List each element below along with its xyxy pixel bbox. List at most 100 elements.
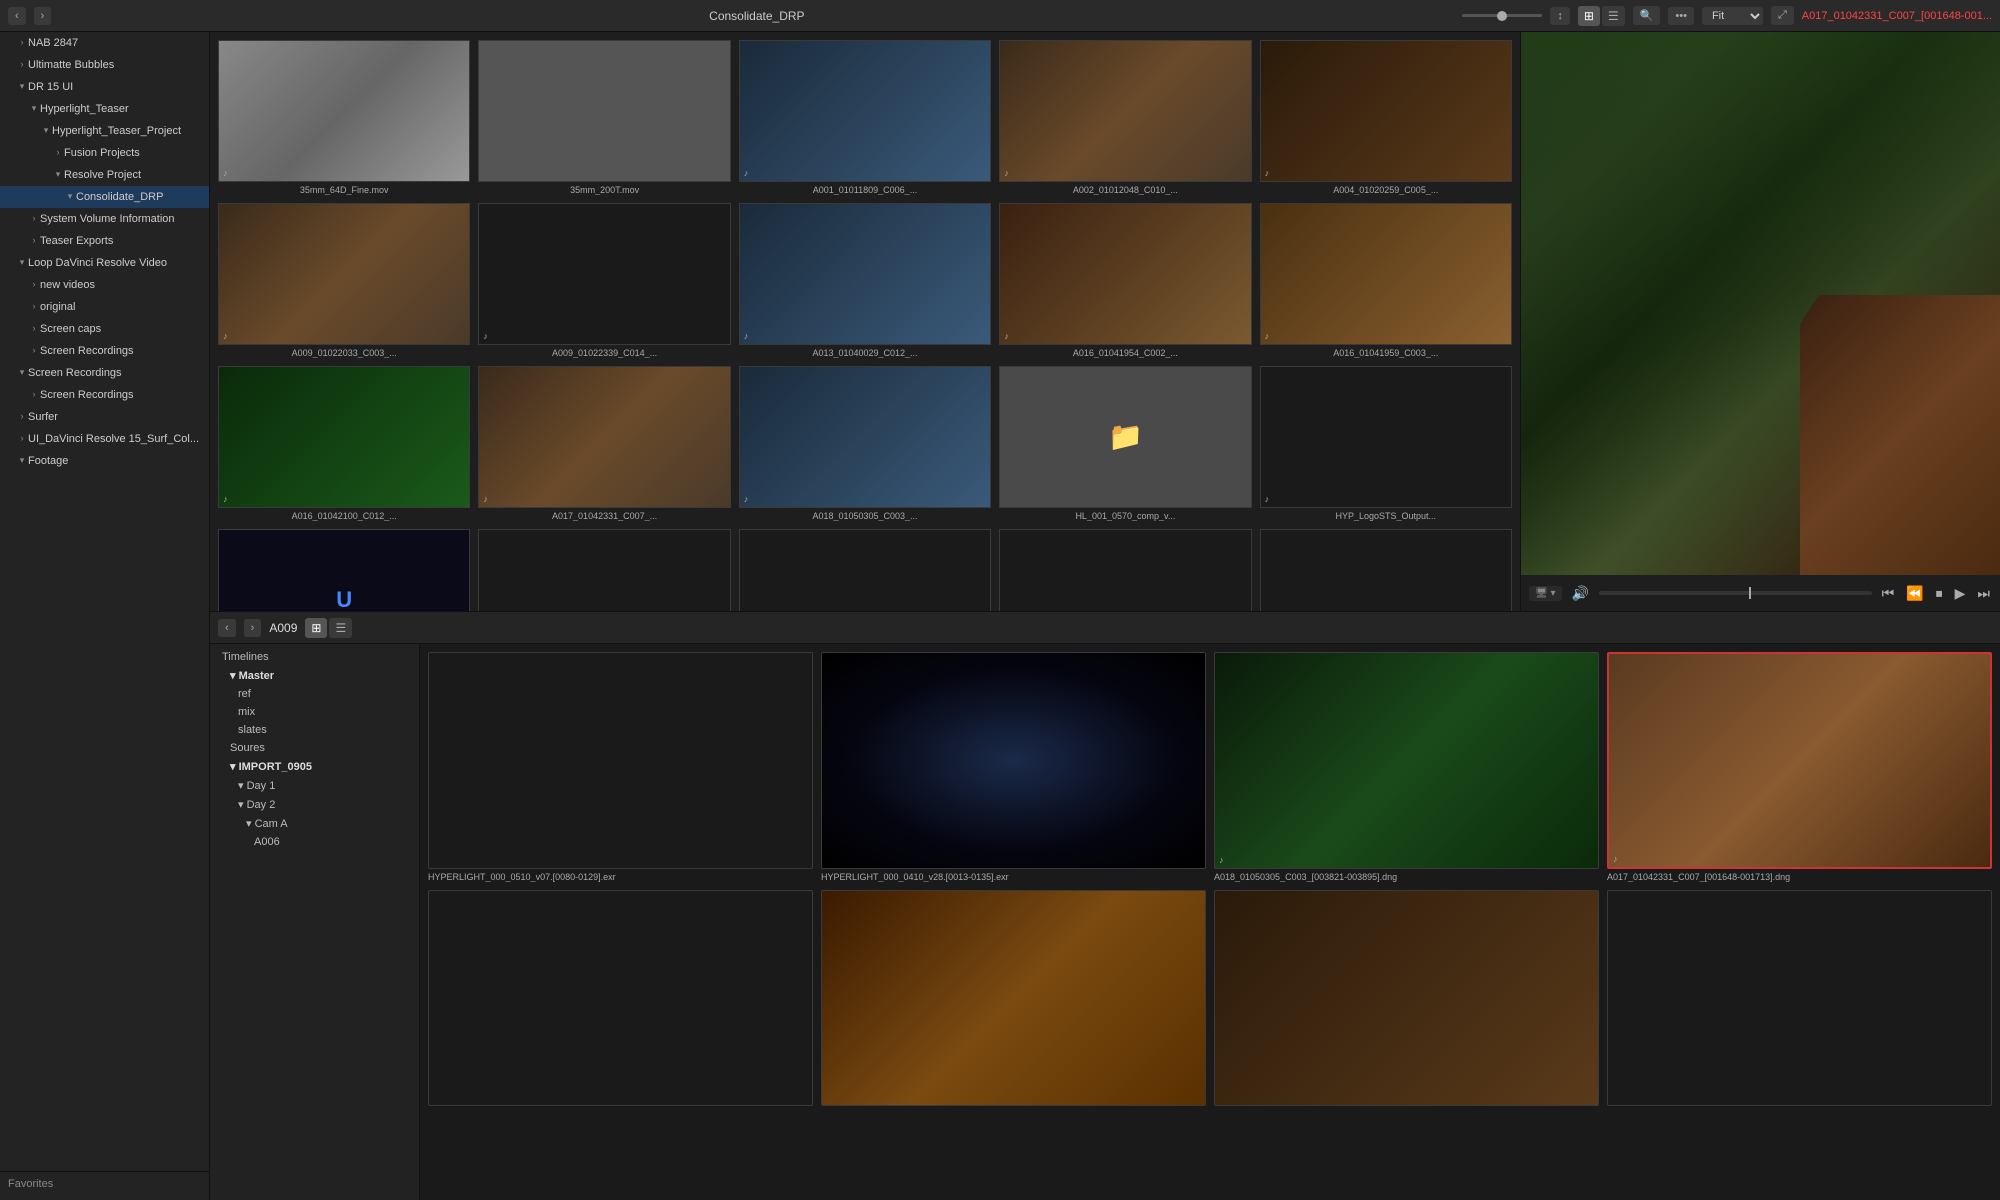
list-view-button[interactable]: ☰ (1602, 6, 1625, 26)
media-thumb-m14[interactable]: 📁 HL_001_0570_comp_v... (999, 366, 1251, 521)
tl-timelines[interactable]: Timelines (210, 648, 419, 666)
media-thumb-m15[interactable]: ♪ HYP_LogoSTS_Output... (1260, 366, 1512, 521)
timeline-thumb-b6[interactable] (821, 890, 1206, 1110)
monitor-button[interactable]: 🖥 ▾ (1529, 586, 1562, 601)
timeline-thumb-b7[interactable] (1214, 890, 1599, 1110)
more-button[interactable]: ••• (1668, 7, 1694, 25)
sidebar-item-dr15[interactable]: DR 15 UI (0, 76, 209, 98)
media-thumb-m12[interactable]: ♪ A017_01042331_C007_... (478, 366, 730, 521)
sidebar-item-label: Screen Recordings (40, 389, 205, 401)
preview-timeline[interactable] (1599, 591, 1872, 595)
tl-day2[interactable]: ▾ Day 2 (210, 795, 419, 814)
chevron-icon (28, 301, 40, 313)
timeline-left-panel: Timelines ▾ Master ref mix slates Soures… (210, 644, 420, 1200)
sidebar-item-hyperlight-teaser[interactable]: Hyperlight_Teaser (0, 98, 209, 120)
audio-icon: ♪ (744, 494, 749, 504)
sidebar-item-footage[interactable]: Footage (0, 450, 209, 472)
media-thumb-m16[interactable]: U ♪ HYP_LogoUSEF_Outpu... (218, 529, 470, 611)
thumb-image: ♪ (1260, 40, 1512, 182)
chevron-icon (16, 59, 28, 71)
timeline-thumb-b1[interactable]: HYPERLIGHT_000_0510_v07.[0080-0129].exr (428, 652, 813, 882)
tl-mix[interactable]: mix (210, 703, 419, 721)
bottom-toolbar: ‹ › A009 ⊞ ☰ (210, 612, 2000, 644)
fullscreen-button[interactable]: ⤢ (1771, 6, 1794, 25)
media-thumb-m4[interactable]: ♪ A002_01012048_C010_... (999, 40, 1251, 195)
media-thumb-m1[interactable]: ♪ 35mm_64D_Fine.mov (218, 40, 470, 195)
sidebar-item-consolidate[interactable]: Consolidate_DRP (0, 186, 209, 208)
media-thumb-m2[interactable]: 35mm_200T.mov (478, 40, 730, 195)
tl-slates[interactable]: slates (210, 721, 419, 739)
media-thumb-m17[interactable]: ♪ HYP_Text1_Output.mov (478, 529, 730, 611)
media-thumb-m8[interactable]: ♪ A013_01040029_C012_... (739, 203, 991, 358)
sidebar-item-teaser-exports[interactable]: Teaser Exports (0, 230, 209, 252)
tl-master[interactable]: ▾ Master (210, 666, 419, 685)
sidebar-item-system-volume[interactable]: System Volume Information (0, 208, 209, 230)
playhead (1749, 587, 1751, 599)
bottom-forward-button[interactable]: › (244, 619, 262, 637)
tl-sources[interactable]: Soures (210, 739, 419, 757)
tl-thumb-image (1214, 890, 1599, 1107)
sidebar-item-hyperlight-project[interactable]: Hyperlight_Teaser_Project (0, 120, 209, 142)
media-thumb-m20[interactable]: ♪ HYP_Text4_Output.mov (1260, 529, 1512, 611)
bottom-list-button[interactable]: ☰ (329, 618, 352, 638)
thumb-label: 35mm_64D_Fine.mov (218, 185, 470, 195)
sidebar-item-label: new videos (40, 279, 205, 291)
thumb-label: HL_001_0570_comp_v... (999, 511, 1251, 521)
fit-select[interactable]: Fit 25% 50% 100% (1702, 7, 1763, 25)
sidebar-item-nab[interactable]: NAB 2847 (0, 32, 209, 54)
skip-back-button[interactable]: ⏮ (1880, 583, 1897, 604)
sort-button[interactable]: ↕ (1550, 7, 1570, 25)
media-thumb-m6[interactable]: ♪ A009_01022033_C003_... (218, 203, 470, 358)
sidebar-item-screen-recordings2[interactable]: Screen Recordings (0, 362, 209, 384)
media-thumb-m18[interactable]: ♪ HYP_Text2_Output.mov (739, 529, 991, 611)
back-button[interactable]: ‹ (8, 7, 26, 25)
sidebar-item-ultimatte[interactable]: Ultimatte Bubbles (0, 54, 209, 76)
tl-day1[interactable]: ▾ Day 1 (210, 776, 419, 795)
favorites-section: Favorites (0, 1171, 209, 1200)
tl-cama[interactable]: ▾ Cam A (210, 814, 419, 833)
media-thumb-m10[interactable]: ♪ A016_01041959_C003_... (1260, 203, 1512, 358)
media-thumb-m3[interactable]: ♪ A001_01011809_C006_... (739, 40, 991, 195)
zoom-slider[interactable] (1462, 14, 1542, 17)
media-thumb-m19[interactable]: ♪ HYP_Text3_Output.mov (999, 529, 1251, 611)
sidebar-item-resolve-project[interactable]: Resolve Project (0, 164, 209, 186)
sidebar-item-fusion[interactable]: Fusion Projects (0, 142, 209, 164)
sidebar-item-label: Teaser Exports (40, 235, 205, 247)
sidebar-item-new-videos[interactable]: new videos (0, 274, 209, 296)
sidebar-item-ui-davinci[interactable]: UI_DaVinci Resolve 15_Surf_Col... (0, 428, 209, 450)
timeline-thumb-b4[interactable]: ♪ A017_01042331_C007_[001648-001713].dng (1607, 652, 1992, 882)
tl-ref[interactable]: ref (210, 685, 419, 703)
sidebar-item-screen-recordings1[interactable]: Screen Recordings (0, 340, 209, 362)
media-thumb-m7[interactable]: ♪ A009_01022339_C014_... (478, 203, 730, 358)
timeline-thumb-b8[interactable] (1607, 890, 1992, 1110)
media-thumb-m9[interactable]: ♪ A016_01041954_C002_... (999, 203, 1251, 358)
timeline-thumb-b5[interactable] (428, 890, 813, 1110)
stop-button[interactable]: ⏹ (1934, 583, 1945, 604)
media-thumb-m5[interactable]: ♪ A004_01020259_C005_... (1260, 40, 1512, 195)
sidebar-item-surfer[interactable]: Surfer (0, 406, 209, 428)
grid-view-button[interactable]: ⊞ (1578, 6, 1600, 26)
skip-forward-button[interactable]: ⏭ (1975, 583, 1992, 604)
media-thumb-m13[interactable]: ♪ A018_01050305_C003_... (739, 366, 991, 521)
timeline-thumb-b3[interactable]: ♪ A018_01050305_C003_[003821-003895].dng (1214, 652, 1599, 882)
sidebar-item-screen-recordings-sub[interactable]: Screen Recordings (0, 384, 209, 406)
timeline-thumb-b2[interactable]: HYPERLIGHT_000_0410_v28.[0013-0135].exr (821, 652, 1206, 882)
search-button[interactable]: 🔍 (1633, 6, 1661, 25)
thumb-image: ♪ (478, 529, 730, 611)
thumb-image: ♪ (999, 529, 1251, 611)
forward-button[interactable]: › (34, 7, 52, 25)
play-button[interactable]: ▶ (1953, 583, 1968, 604)
sidebar-item-original[interactable]: original (0, 296, 209, 318)
chevron-icon (64, 191, 76, 203)
sidebar-item-loop[interactable]: Loop DaVinci Resolve Video (0, 252, 209, 274)
tl-import[interactable]: ▾ IMPORT_0905 (210, 757, 419, 776)
prev-frame-button[interactable]: ⏪ (1904, 583, 1925, 604)
bottom-grid-button[interactable]: ⊞ (305, 618, 327, 638)
tl-a006[interactable]: A006 (210, 833, 419, 851)
media-thumb-m11[interactable]: ♪ A016_01042100_C012_... (218, 366, 470, 521)
volume-button[interactable]: 🔊 (1570, 583, 1591, 604)
sidebar-item-screen-caps[interactable]: Screen caps (0, 318, 209, 340)
bottom-view-toggle: ⊞ ☰ (305, 618, 352, 638)
bottom-title: A009 (269, 621, 297, 635)
bottom-back-button[interactable]: ‹ (218, 619, 236, 637)
